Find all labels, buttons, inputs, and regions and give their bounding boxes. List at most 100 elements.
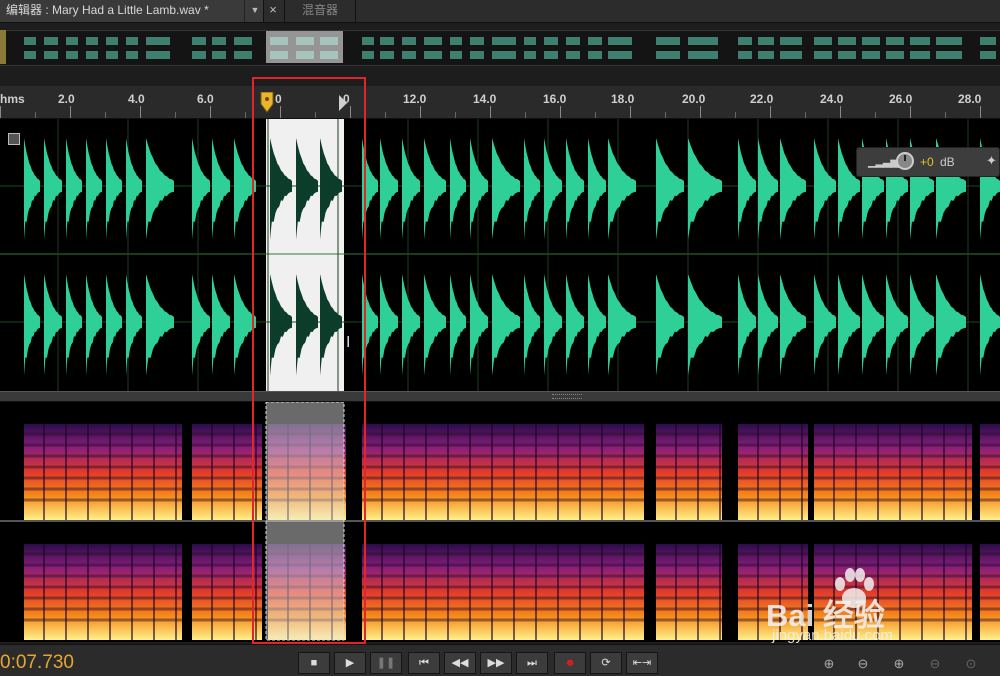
waveform-note xyxy=(608,138,636,240)
waveform-note xyxy=(212,138,230,240)
waveform-note xyxy=(780,274,806,376)
hud-gain-unit: dB xyxy=(940,155,955,169)
ruler-tick-label: 6.0 xyxy=(197,92,214,106)
record-button[interactable]: ● xyxy=(554,652,586,674)
waveform-note xyxy=(524,138,540,240)
waveform-note xyxy=(212,274,230,376)
waveform-svg xyxy=(0,119,1000,391)
ruler-tick-label: 20.0 xyxy=(682,92,706,106)
waveform-note xyxy=(402,274,420,376)
waveform-note xyxy=(780,138,806,240)
rewind-button[interactable]: ◀◀ xyxy=(444,652,476,674)
panel-splitter[interactable] xyxy=(0,391,1000,402)
waveform-note xyxy=(470,138,488,240)
waveform-note xyxy=(450,274,466,376)
fast-forward-button[interactable]: ▶▶ xyxy=(480,652,512,674)
ruler-tick-label: 12.0 xyxy=(403,92,427,106)
tab-mixer[interactable]: 混音器 xyxy=(284,0,356,22)
waveform-note xyxy=(738,274,756,376)
overview-waveform xyxy=(24,37,996,59)
loop-button[interactable]: ⟳ xyxy=(590,652,622,674)
ruler-tick-label: 14.0 xyxy=(473,92,497,106)
waveform-note xyxy=(24,274,40,376)
ruler-tick xyxy=(735,112,736,118)
ruler-tick xyxy=(560,106,561,118)
ruler-tick-label: 16.0 xyxy=(543,92,567,106)
spectrogram-segment xyxy=(656,544,722,640)
ruler-tick xyxy=(175,112,176,118)
ruler-tick xyxy=(770,106,771,118)
ruler-tick xyxy=(805,112,806,118)
waveform-note xyxy=(566,274,584,376)
waveform-note xyxy=(380,138,398,240)
ruler-tick xyxy=(840,106,841,118)
ruler-tick xyxy=(210,106,211,118)
ruler-tick-label: 18.0 xyxy=(611,92,635,106)
waveform-note xyxy=(910,274,934,376)
waveform-note xyxy=(886,274,908,376)
overview-visible-range[interactable] xyxy=(266,31,343,63)
waveform-note xyxy=(192,274,210,376)
stop-button[interactable]: ■ xyxy=(298,652,330,674)
zoom-in-time-icon[interactable]: ⊕ xyxy=(886,654,912,674)
waveform-note xyxy=(86,274,102,376)
waveform-note xyxy=(146,138,174,240)
waveform-note xyxy=(450,138,466,240)
waveform-note xyxy=(492,138,520,240)
time-ruler[interactable] xyxy=(0,86,1000,119)
pause-button[interactable]: ❚❚ xyxy=(370,652,402,674)
waveform-display[interactable] xyxy=(0,119,1000,391)
ruler-tick xyxy=(910,106,911,118)
waveform-note xyxy=(608,274,636,376)
waveform-note xyxy=(106,274,122,376)
zoom-in-amplitude-icon[interactable]: ⊕ xyxy=(816,654,842,674)
skip-to-end-button[interactable]: ⏭ xyxy=(516,652,548,674)
zoom-out-time-icon[interactable]: ⊖ xyxy=(922,654,948,674)
ruler-tick xyxy=(945,112,946,118)
pin-icon[interactable]: ✦ xyxy=(986,153,997,169)
zoom-toggle-icon[interactable] xyxy=(8,133,20,145)
waveform-note xyxy=(146,274,174,376)
tab-close-icon[interactable]: × xyxy=(264,0,282,22)
zoom-out-amplitude-icon[interactable]: ⊖ xyxy=(850,654,876,674)
ruler-tick-label: 24.0 xyxy=(820,92,844,106)
ruler-unit: hms xyxy=(0,92,25,106)
waveform-note xyxy=(44,274,62,376)
ruler-tick xyxy=(140,106,141,118)
spectrogram-segment xyxy=(656,424,722,520)
spectrogram-segment xyxy=(814,424,972,520)
waveform-note xyxy=(544,138,562,240)
waveform-note xyxy=(758,138,778,240)
ruler-tick-label: 22.0 xyxy=(750,92,774,106)
waveform-note xyxy=(862,274,884,376)
waveform-note xyxy=(66,138,82,240)
waveform-note xyxy=(24,138,40,240)
spectrogram-segment xyxy=(980,544,1000,640)
waveform-note xyxy=(86,138,102,240)
waveform-note xyxy=(424,274,446,376)
hud-gain-value[interactable]: +0 xyxy=(920,155,934,169)
zoom-full-icon[interactable]: ⊙ xyxy=(958,654,984,674)
ruler-tick-label: 4.0 xyxy=(128,92,145,106)
waveform-note xyxy=(656,274,684,376)
waveform-note xyxy=(838,274,860,376)
tab-dropdown-icon[interactable]: ▼ xyxy=(244,0,265,22)
waveform-note xyxy=(402,138,420,240)
overview-left-handle[interactable] xyxy=(0,30,6,64)
waveform-note xyxy=(588,138,606,240)
ruler-tick xyxy=(875,112,876,118)
tab-editor[interactable]: 编辑器 : Mary Had a Little Lamb.wav * xyxy=(0,0,264,22)
waveform-note xyxy=(588,274,606,376)
highlight-selection-box xyxy=(252,77,366,644)
current-time-display[interactable]: 0:07.730 xyxy=(0,652,74,674)
skip-selection-button[interactable]: ⇤⇥ xyxy=(626,652,658,674)
waveform-note xyxy=(44,138,62,240)
skip-to-start-button[interactable]: ⏮ xyxy=(408,652,440,674)
waveform-note xyxy=(106,138,122,240)
play-button[interactable]: ▶ xyxy=(334,652,366,674)
volume-knob[interactable] xyxy=(896,152,914,170)
overview-navigator[interactable] xyxy=(0,30,1000,66)
ruler-tick-label: 26.0 xyxy=(889,92,913,106)
ruler-tick xyxy=(980,106,981,118)
ruler-tick xyxy=(245,112,246,118)
